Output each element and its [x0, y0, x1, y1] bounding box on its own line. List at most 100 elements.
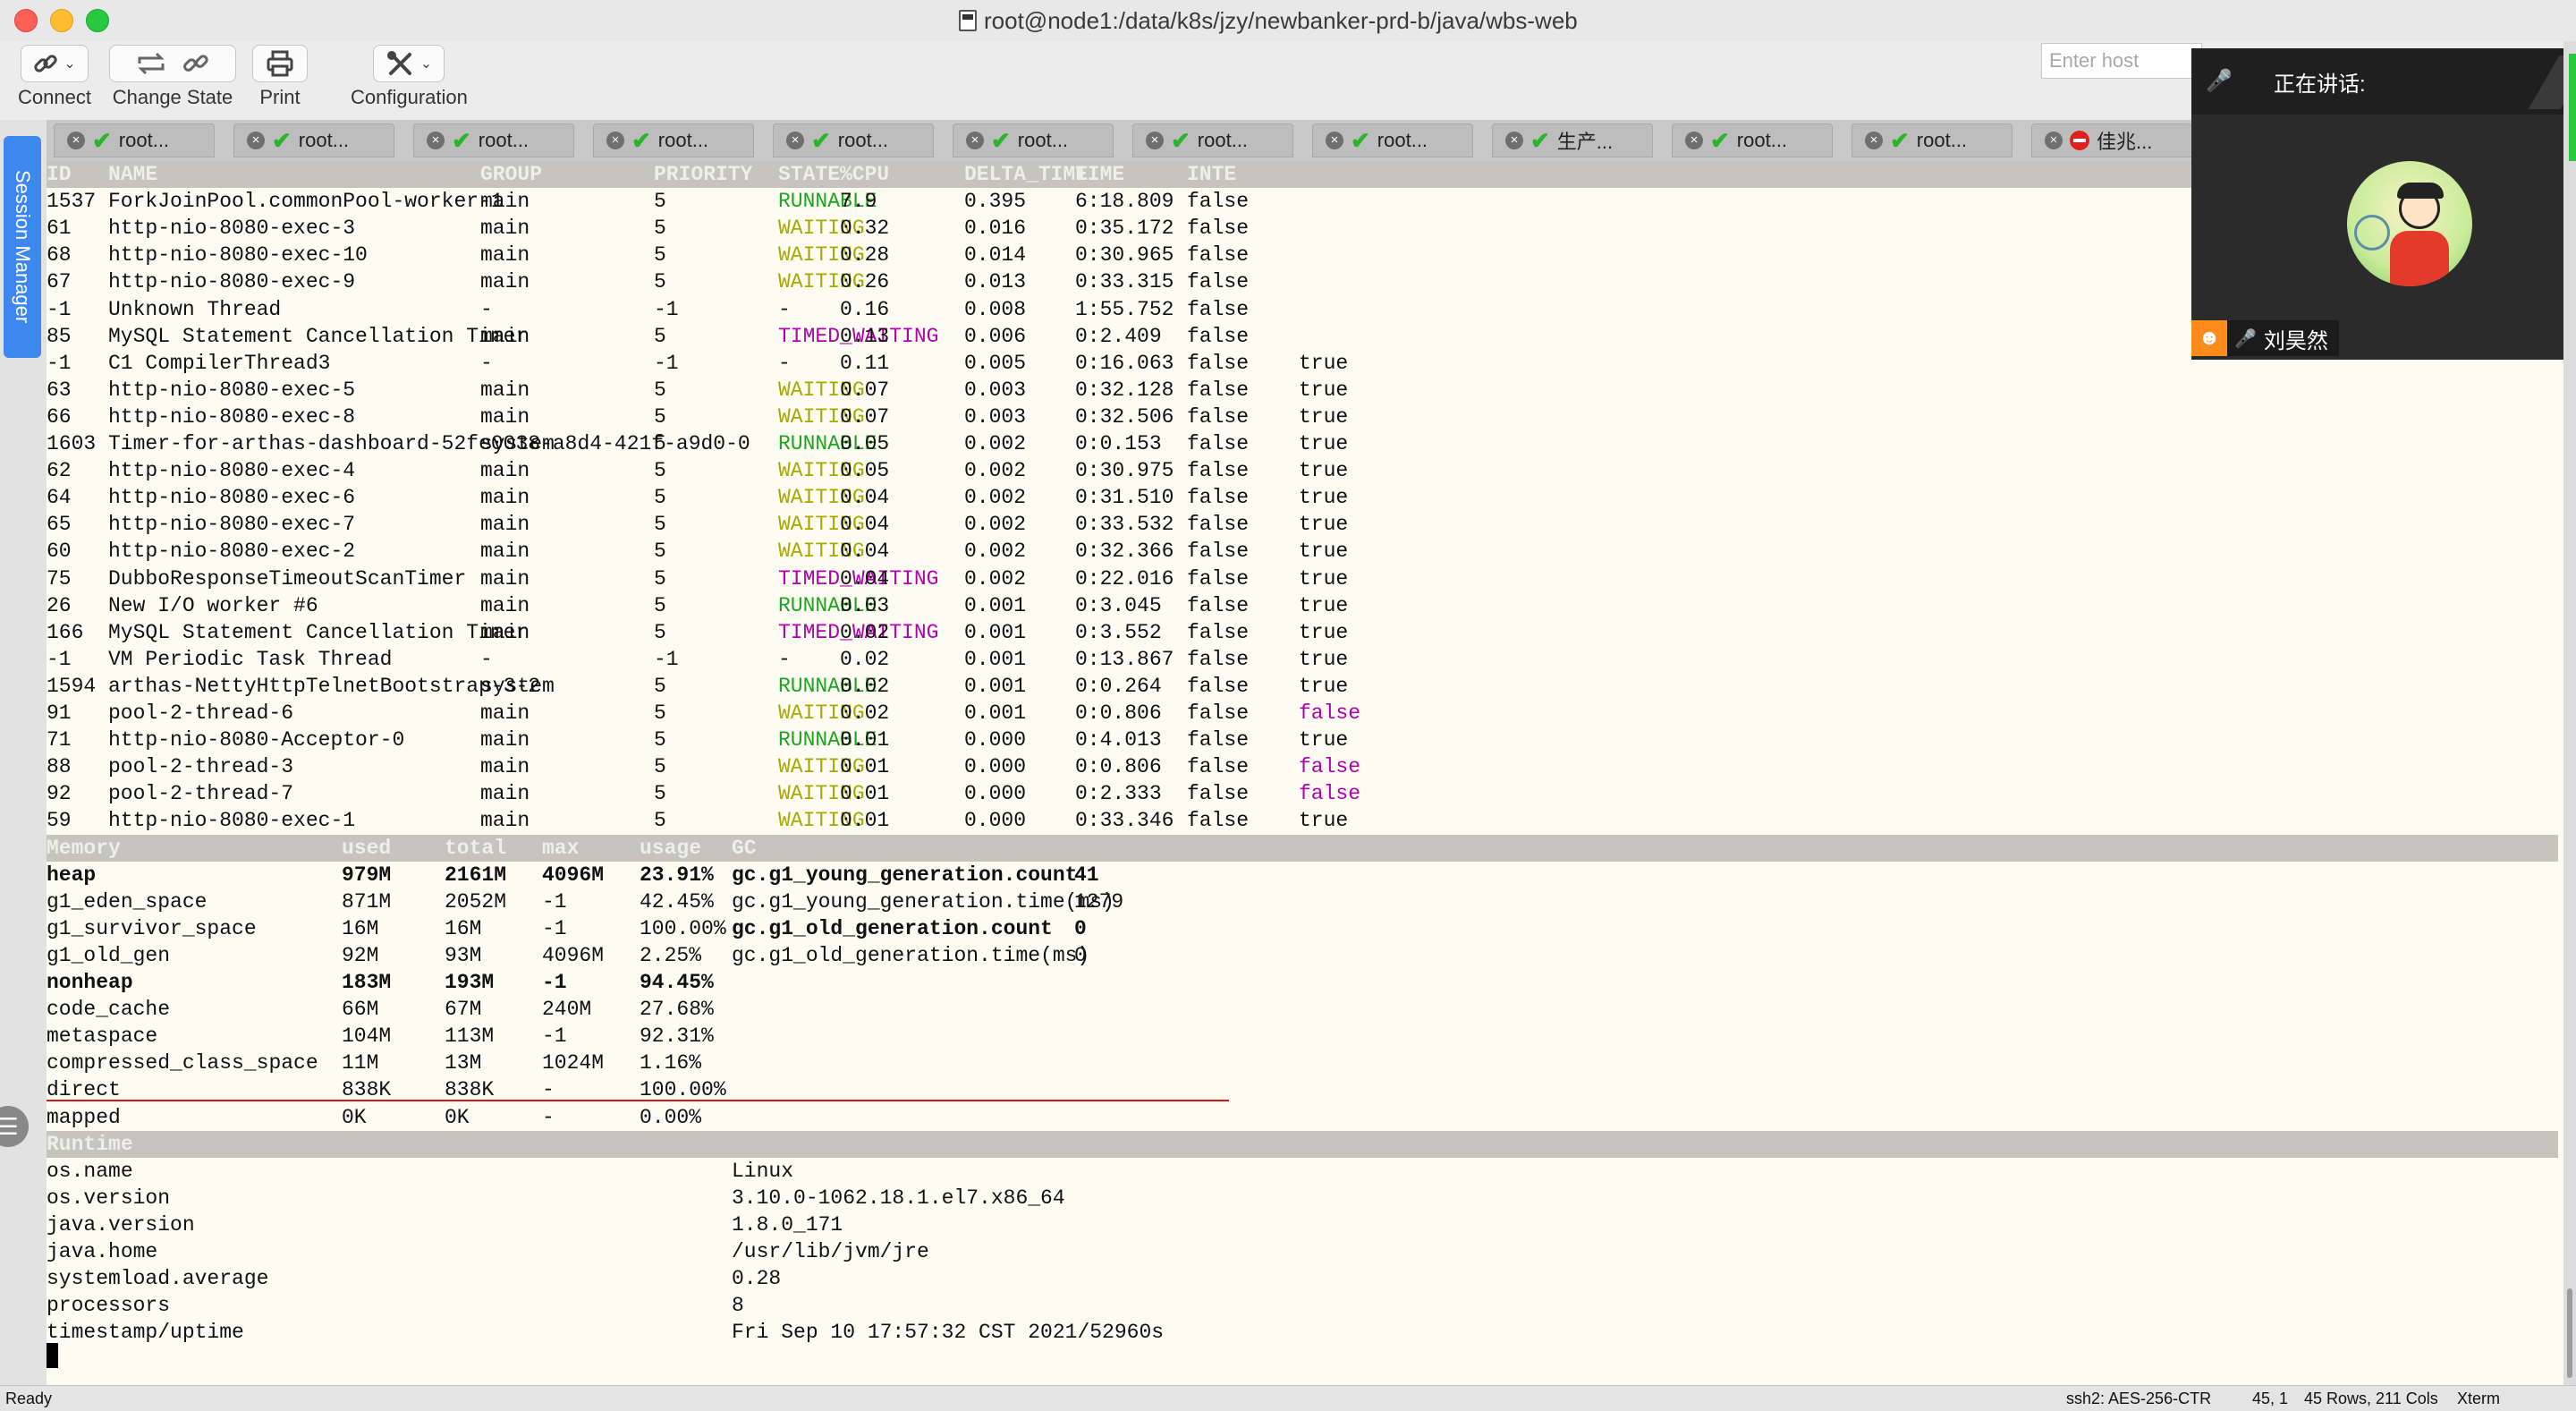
- muted-mic-icon: 🎤: [2234, 328, 2257, 349]
- thread-group: main: [480, 325, 530, 348]
- column-header-cpu: %CPU: [840, 163, 890, 186]
- thread-id: 65: [47, 513, 72, 536]
- tab-label: root...: [1197, 129, 1249, 151]
- session-tab[interactable]: × ✔ root...: [773, 123, 934, 157]
- session-tab[interactable]: × ✔ root...: [1852, 123, 2012, 157]
- avatar-hair: [2397, 183, 2444, 199]
- thread-cpu: 0.01: [840, 755, 890, 778]
- close-tab-icon[interactable]: ×: [606, 132, 624, 149]
- thread-daemon: true: [1299, 352, 1349, 375]
- memory-usage: 23.91%: [640, 863, 714, 887]
- muted-mic-icon[interactable]: 🎤: [2204, 66, 2234, 97]
- thread-id: 1594: [47, 675, 97, 698]
- host-input[interactable]: [2041, 43, 2202, 79]
- connected-check-icon: ✔: [991, 126, 1011, 154]
- close-tab-icon[interactable]: ×: [966, 132, 984, 149]
- session-manager-tab[interactable]: Session Manager: [4, 136, 41, 358]
- close-tab-icon[interactable]: ×: [1146, 132, 1164, 149]
- tab-label: 生产...: [1556, 131, 1614, 153]
- zoom-window-button[interactable]: [86, 9, 109, 32]
- thread-delta-time: 0.005: [964, 352, 1027, 375]
- memory-max: -1: [542, 971, 567, 994]
- memory-total: 93M: [445, 944, 482, 967]
- change-state-button[interactable]: Change State: [109, 45, 236, 109]
- thread-cpu: 0.02: [840, 701, 890, 725]
- thread-group: main: [480, 621, 530, 644]
- thread-time: 0:16.063: [1075, 352, 1174, 375]
- thread-cpu: 0.07: [840, 378, 890, 402]
- memory-max: 4096M: [542, 863, 605, 887]
- memory-total: 0K: [445, 1106, 470, 1129]
- close-tab-icon[interactable]: ×: [1505, 132, 1523, 149]
- meeting-active-indicator: [2569, 54, 2576, 161]
- thread-id: 1537: [47, 190, 97, 213]
- tab-label: root...: [478, 129, 530, 151]
- status-cursor-position: 45, 1: [2252, 1390, 2289, 1407]
- session-tab[interactable]: × ✔ root...: [413, 123, 574, 157]
- close-tab-icon[interactable]: ×: [427, 132, 445, 149]
- thread-id: 66: [47, 405, 72, 429]
- column-header-delta-time: DELTA_TIME: [964, 163, 1089, 186]
- close-tab-icon[interactable]: ×: [1685, 132, 1703, 149]
- session-tab[interactable]: × ✔ root...: [593, 123, 754, 157]
- close-tab-icon[interactable]: ×: [1326, 132, 1343, 149]
- close-tab-icon[interactable]: ×: [67, 132, 85, 149]
- thread-delta-time: 0.006: [964, 325, 1027, 348]
- memory-usage: 27.68%: [640, 998, 714, 1021]
- thread-priority: 5: [654, 809, 666, 832]
- memory-used: 16M: [342, 917, 379, 940]
- minimize-window-button[interactable]: [50, 9, 73, 32]
- thread-interrupted: false: [1187, 513, 1250, 536]
- runtime-property-name: processors: [47, 1294, 171, 1317]
- session-tab[interactable]: × 佳兆...: [2031, 123, 2192, 157]
- close-tab-icon[interactable]: ×: [247, 132, 265, 149]
- vertical-scrollbar[interactable]: [2567, 1288, 2572, 1378]
- thread-time: 0:30.965: [1075, 243, 1174, 267]
- connected-check-icon: ✔: [452, 126, 471, 154]
- session-tab[interactable]: × ✔ root...: [1672, 123, 1833, 157]
- memory-header-used: used: [342, 837, 392, 860]
- close-tab-icon[interactable]: ×: [2045, 132, 2063, 149]
- thread-interrupted: false: [1187, 432, 1250, 455]
- thread-name: pool-2-thread-3: [108, 755, 294, 778]
- connected-check-icon: ✔: [1351, 126, 1370, 154]
- session-tab[interactable]: × ✔ root...: [54, 123, 215, 157]
- unlink-icon: [183, 55, 208, 72]
- close-tab-icon[interactable]: ×: [1865, 132, 1883, 149]
- thread-daemon: false: [1299, 782, 1361, 805]
- thread-name: VM Periodic Task Thread: [108, 648, 393, 671]
- thread-delta-time: 0.002: [964, 486, 1027, 509]
- gc-header: GC: [732, 837, 757, 860]
- close-window-button[interactable]: [14, 9, 38, 32]
- thread-name: DubboResponseTimeoutScanTimer: [108, 567, 467, 591]
- session-tab[interactable]: × ✔ root...: [1312, 123, 1473, 157]
- tab-label: root...: [657, 129, 709, 151]
- memory-total: 16M: [445, 917, 482, 940]
- thread-priority: 5: [654, 405, 666, 429]
- thread-daemon: true: [1299, 540, 1349, 563]
- thread-time: 0:0.806: [1075, 701, 1162, 725]
- thread-id: -1: [47, 648, 72, 671]
- session-tab[interactable]: × ✔ 生产...: [1492, 123, 1653, 157]
- session-tab[interactable]: × ✔ root...: [233, 123, 394, 157]
- connect-button[interactable]: ⌄ Connect: [18, 45, 91, 109]
- memory-used: 871M: [342, 890, 392, 914]
- session-tab[interactable]: × ✔ root...: [1132, 123, 1293, 157]
- thread-name: MySQL Statement Cancellation Timer: [108, 621, 529, 644]
- memory-total: 193M: [445, 971, 495, 994]
- person-icon: ☻: [2191, 320, 2227, 356]
- avatar-body: [2390, 231, 2449, 286]
- thread-interrupted: false: [1187, 190, 1250, 213]
- thread-daemon: false: [1299, 701, 1361, 725]
- print-button[interactable]: Print: [252, 45, 308, 109]
- thread-group: main: [480, 755, 530, 778]
- session-tab[interactable]: × ✔ root...: [953, 123, 1114, 157]
- thread-priority: 5: [654, 594, 666, 617]
- thread-group: main: [480, 594, 530, 617]
- close-tab-icon[interactable]: ×: [786, 132, 804, 149]
- configuration-button[interactable]: ⌄ Configuration: [351, 45, 468, 109]
- thread-interrupted: false: [1187, 405, 1250, 429]
- thread-priority: -1: [654, 352, 679, 375]
- thread-priority: 5: [654, 190, 666, 213]
- thread-time: 0:2.409: [1075, 325, 1162, 348]
